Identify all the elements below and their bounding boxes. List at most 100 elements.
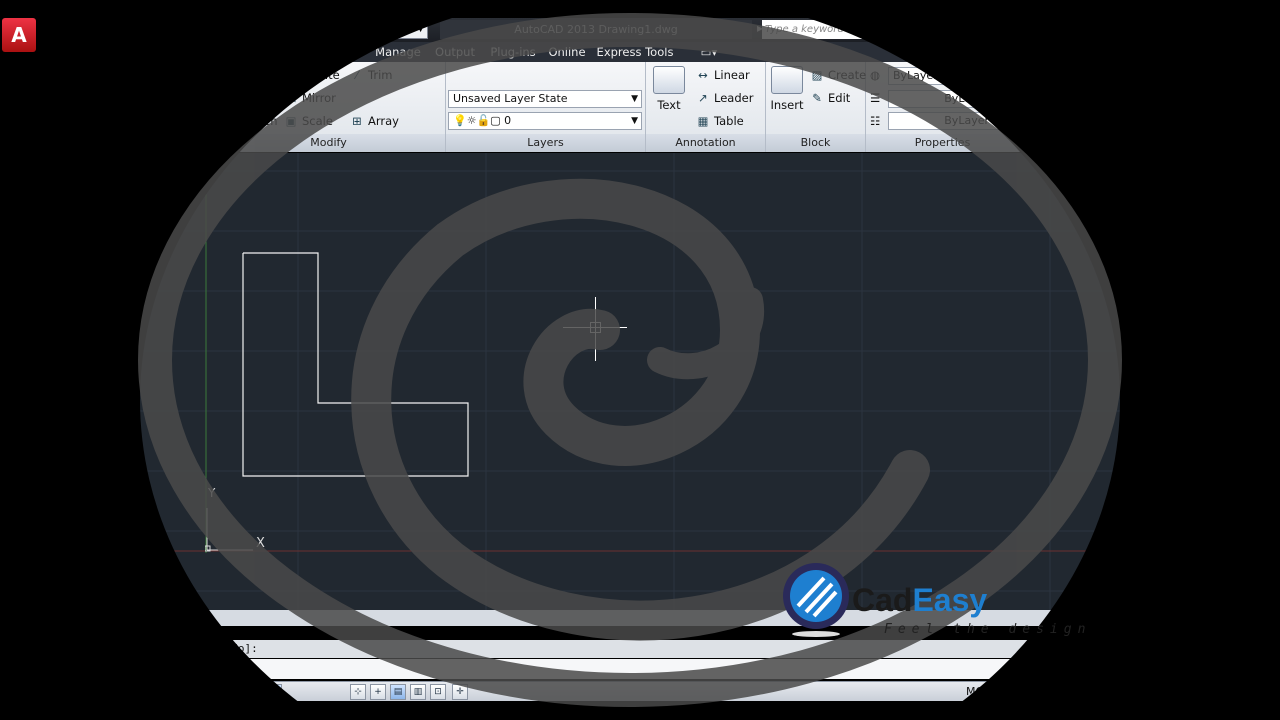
groups-panel-title[interactable]: Groups [1020,134,1085,152]
command-input[interactable]: Type a command [0,659,1280,679]
workspace-switching-icon[interactable]: ⚙ [1158,684,1174,700]
hatch-icon[interactable]: ▦ [176,114,187,128]
command-close-icon[interactable]: ✕ [6,643,15,656]
compass-east[interactable]: E [1242,227,1250,240]
lineweight-toggle-icon[interactable]: ▤ [390,684,406,700]
hardware-acceleration-icon[interactable]: ▤ [1202,684,1218,700]
annotation-panel-title[interactable]: Annotation [646,134,765,152]
block-panel-title[interactable]: Block [766,134,865,152]
help-warning-icon[interactable]: ⚠ [1094,20,1112,39]
tab-home[interactable]: Home [44,42,90,62]
wcs-menu[interactable]: WCS [1188,290,1232,304]
quick-properties-icon[interactable]: ⊡ [430,684,446,700]
tab-online[interactable]: Online [545,42,589,62]
modify-panel-title[interactable]: Modify [212,134,445,152]
viewport-controls-label[interactable]: [-][Top][2D Wireframe] [6,165,131,178]
layout-tab-layout1[interactable]: Layout1 [108,611,155,625]
undo-icon[interactable]: ↶ [196,22,212,38]
tab-parametric[interactable]: Parametric [256,42,326,62]
match-properties-icon[interactable]: ◍ [870,68,880,82]
sign-in-button[interactable]: Sign In [960,20,1060,39]
model-space-toggle[interactable]: MODEL [966,682,1006,702]
mirror-button[interactable]: ⧓ Mirror [284,91,336,105]
leader-button[interactable]: ↗ Leader [696,91,753,105]
rotate-button[interactable]: ↻ Rotate [284,68,339,82]
minimize-icon[interactable]: _ [1208,20,1228,39]
ellipse-icon[interactable]: ◉ [176,92,186,106]
layer-state-dropdown[interactable]: Unsaved Layer State ▼ [448,90,642,108]
workspace-dropdown[interactable]: Drafting & Annotation ▼ [258,20,428,39]
print-icon[interactable]: ▤ [140,22,156,38]
toolbar-lock-icon[interactable]: 🔒 [1180,684,1196,700]
compass-north[interactable]: N [1206,192,1215,205]
compass-west[interactable]: W [1170,227,1182,240]
grid-display-icon[interactable]: ▦ [206,684,222,700]
group-button[interactable]: Group [1024,66,1059,112]
search-input[interactable]: Type a keyword or phrase [762,20,902,39]
minimize-ribbon-icon[interactable]: ▭▾ [696,42,722,62]
arc-button[interactable]: Arc [134,66,170,112]
new-file-icon[interactable]: ▭ [48,22,64,38]
quick-view-drawings-icon[interactable]: ▣ [1030,684,1046,700]
create-block-button[interactable]: ▨ Create [810,68,867,82]
tab-scroll-arrows-icon[interactable]: ◀◀ ▶▶ [4,611,35,621]
clean-screen-icon[interactable]: ▭ [1244,684,1260,700]
paste-button[interactable]: Paste [1182,66,1216,112]
tab-view[interactable]: View [330,42,366,62]
transparency-icon[interactable]: ▥ [410,684,426,700]
l-shape-polyline[interactable] [242,252,469,477]
ortho-mode-icon[interactable]: ∟ [226,684,242,700]
trim-button[interactable]: ⁄ Trim [350,68,392,82]
exchange-icon[interactable]: ✕ [1068,20,1086,39]
rectangle-icon[interactable]: ▭ [176,68,187,82]
viewcube[interactable]: N S E W TOP [1170,189,1250,275]
layer-dropdown[interactable]: 💡☼🔓▢ 0 ▼ [448,112,642,130]
draw-panel-title[interactable]: Draw [0,134,211,152]
layout-tab-model[interactable]: Model [64,611,102,625]
infer-constraints-icon[interactable]: ⊥ [166,684,182,700]
compass-south[interactable]: S [1206,262,1214,275]
viewport-close-icon[interactable]: ✕ [1242,166,1252,180]
autocad-logo-icon[interactable]: A [2,18,36,52]
polar-tracking-icon[interactable]: ◔ [246,684,262,700]
copy-button[interactable]: ⊕ Copy [218,91,265,105]
isolate-objects-icon[interactable]: 💡 [1222,684,1238,700]
object-snap-icon[interactable]: □ [266,684,282,700]
tab-insert[interactable]: Insert [94,42,148,62]
selection-cycling-icon[interactable]: ✛ [452,684,468,700]
layout-tab-layout2[interactable]: Layout2 [160,611,207,625]
tab-manage[interactable]: Manage [370,42,426,62]
tab-output[interactable]: Output [430,42,480,62]
lineweight-dropdown[interactable]: ByLayer ▼ [888,90,1016,108]
measure-button[interactable]: Measure [1092,66,1142,112]
coordinates-readout[interactable]: 10.4077, 17.2062, 0.0000 [8,682,145,702]
snap-mode-icon[interactable]: ▦ [186,684,202,700]
open-file-icon[interactable]: ▱ [68,22,84,38]
command-customize-icon[interactable]: 🔧 [6,662,20,675]
help-icon[interactable]: ? [1132,20,1150,39]
drawing-area[interactable]: [-][Top][2D Wireframe] Y X ▬ ❐ ✕ N S E W… [0,153,1280,610]
clipboard-panel-title[interactable]: Clipboard [1176,134,1245,152]
tab-express-tools[interactable]: Express Tools [596,42,674,62]
edit-block-button[interactable]: ✎ Edit [810,91,850,105]
move-button[interactable]: ✥ Move [218,68,267,82]
restore-icon[interactable]: ❐ [1230,20,1250,39]
close-icon[interactable]: ✕ [1254,20,1274,39]
tab-plug-ins[interactable]: Plug-ins [486,42,540,62]
linear-dimension-button[interactable]: ↔ Linear [696,68,750,82]
utilities-panel-title[interactable]: Utilities [1086,134,1175,152]
annotation-scale[interactable]: 1:1 [1062,682,1080,702]
viewport-restore-icon[interactable]: ❐ [1223,166,1234,180]
tab-annotate[interactable]: Annotate [150,42,203,62]
dynamic-input-icon[interactable]: + [370,684,386,700]
line-button[interactable]: Line [6,66,38,112]
viewcube-top-face[interactable]: TOP [1195,227,1225,235]
stretch-button[interactable]: ⇲ Stretch [218,114,277,128]
tab-layout[interactable]: Layout [204,42,252,62]
linetype-dropdown[interactable]: ByLayer ▼ [888,112,1016,130]
scale-button[interactable]: ▣ Scale [284,114,333,128]
layers-panel-title[interactable]: Layers [446,134,645,152]
dynamic-ucs-icon[interactable]: ⊹ [350,684,366,700]
redo-icon[interactable]: ↷ [226,22,242,38]
properties-panel-title[interactable]: Properties [866,134,1019,152]
